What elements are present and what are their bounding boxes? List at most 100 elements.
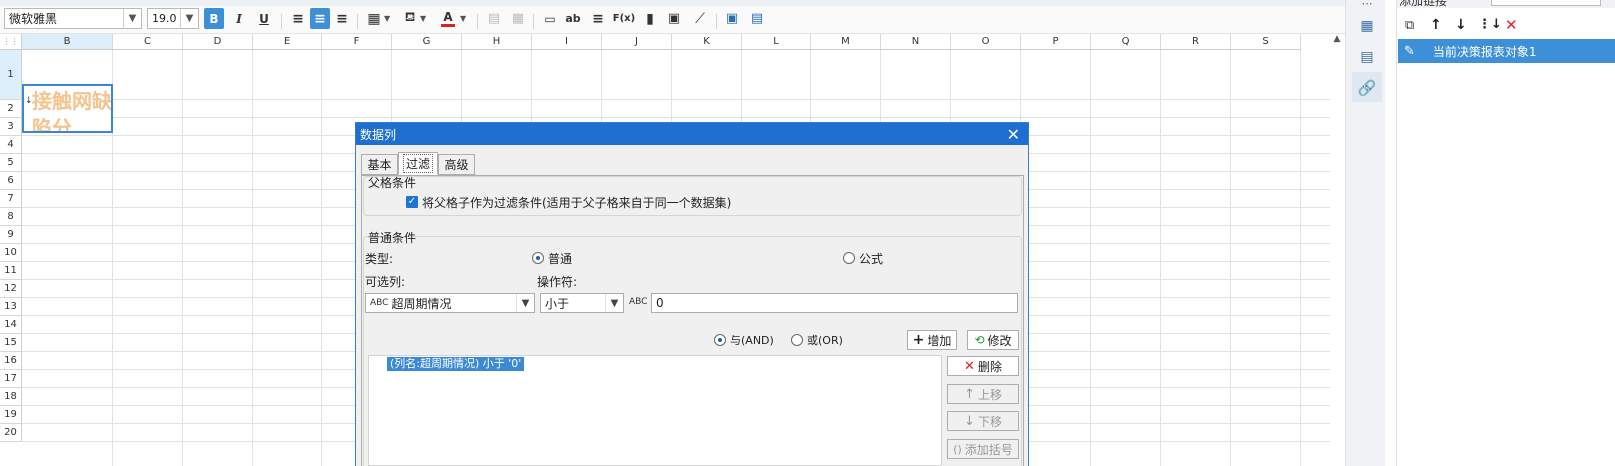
row-header[interactable]: 14	[0, 316, 22, 334]
type-formula-radio[interactable]	[843, 252, 855, 264]
more-icon[interactable]: ⋯	[1358, 0, 1376, 12]
row-header[interactable]: 16	[0, 352, 22, 370]
widget-settings-icon[interactable]: ▤	[1358, 48, 1376, 66]
tab-basic[interactable]: 基本	[361, 154, 398, 175]
select-all-corner[interactable]: ⋮⋮	[0, 34, 22, 50]
fill-color-icon[interactable]: ⛾	[400, 8, 420, 29]
cell-b1[interactable]: ↓ 接触网缺陷分	[22, 84, 113, 133]
or-radio[interactable]	[791, 334, 803, 346]
rich-text-icon[interactable]: ≡	[588, 8, 608, 29]
image-icon[interactable]: ▣	[664, 8, 684, 29]
row-header[interactable]: 13	[0, 298, 22, 316]
column-header[interactable]: O	[951, 34, 1021, 50]
column-header[interactable]: C	[113, 34, 183, 50]
row-header[interactable]: 3	[0, 118, 22, 136]
bold-button[interactable]: B	[204, 8, 224, 29]
column-header[interactable]: E	[253, 34, 322, 50]
text-icon[interactable]: ab	[563, 8, 583, 29]
operator-select[interactable]: 小于 ▼	[540, 293, 624, 313]
align-left-icon[interactable]: ≡	[288, 8, 308, 29]
condition-item[interactable]: (列名:超周期情况) 小于 '0'	[387, 357, 525, 371]
type-normal-radio[interactable]	[532, 252, 544, 264]
chevron-down-icon[interactable]: ▼	[420, 8, 426, 29]
column-header[interactable]: J	[602, 34, 672, 50]
tab-advanced[interactable]: 高级	[438, 154, 475, 175]
row-header[interactable]: 2	[0, 100, 22, 118]
value-input-text: 0	[656, 296, 664, 310]
row-header[interactable]: 19	[0, 406, 22, 424]
column-header[interactable]: S	[1231, 34, 1301, 50]
column-header[interactable]: B	[22, 34, 113, 50]
move-down-button[interactable]: ↓ 下移	[947, 411, 1019, 431]
row-header[interactable]: 11	[0, 262, 22, 280]
underline-button[interactable]: U	[254, 8, 274, 29]
table-icon[interactable]: ▤	[747, 8, 767, 29]
add-bracket-button[interactable]: () 添加括号	[947, 439, 1019, 459]
close-icon[interactable]: ✕	[1007, 125, 1020, 144]
column-header[interactable]: D	[183, 34, 253, 50]
row-header[interactable]: 7	[0, 190, 22, 208]
row-header[interactable]: 4	[0, 136, 22, 154]
column-header[interactable]: F	[322, 34, 392, 50]
chevron-down-icon[interactable]: ▼	[384, 8, 390, 29]
row-header[interactable]: 1	[0, 50, 22, 100]
row-header[interactable]: 15	[0, 334, 22, 352]
row-header[interactable]: 17	[0, 370, 22, 388]
parent-filter-checkbox[interactable]: ✓	[406, 196, 418, 208]
column-select[interactable]: ABC 超周期情况 ▼	[365, 293, 535, 313]
column-header[interactable]: R	[1161, 34, 1231, 50]
unmerge-cells-icon[interactable]: ▦	[508, 8, 528, 29]
row-header[interactable]: 20	[0, 424, 22, 442]
column-header[interactable]: L	[742, 34, 811, 50]
column-header[interactable]: M	[811, 34, 881, 50]
row-header[interactable]: 12	[0, 280, 22, 298]
panel-title: 添加链接	[1399, 0, 1448, 8]
delete-icon[interactable]: ✕	[1505, 16, 1518, 34]
and-radio[interactable]	[714, 334, 726, 346]
modify-button[interactable]: ⟲ 修改	[967, 330, 1019, 350]
formula-icon[interactable]: F(x)	[612, 8, 636, 29]
scroll-up-icon[interactable]: ▲	[1330, 34, 1344, 50]
link-icon[interactable]: 🔗	[1358, 79, 1377, 97]
column-header[interactable]: H	[462, 34, 532, 50]
border-icon[interactable]: ▦	[364, 8, 384, 29]
tab-filter[interactable]: 过滤	[398, 152, 438, 175]
condition-list[interactable]: (列名:超周期情况) 小于 '0'	[368, 355, 942, 466]
cell-attribute-icon[interactable]: ▦	[1358, 17, 1376, 35]
align-right-icon[interactable]: ≡	[332, 8, 352, 29]
row-header[interactable]: 18	[0, 388, 22, 406]
value-input[interactable]: 0	[651, 293, 1018, 313]
font-family-select[interactable]: 微软雅黑 ▼	[4, 8, 142, 29]
move-bottom-icon[interactable]: ⋮↓	[1478, 17, 1502, 32]
copy-icon[interactable]: ⧉	[1405, 18, 1414, 33]
move-up-icon[interactable]: ↑	[1430, 17, 1442, 33]
row-header[interactable]: 6	[0, 172, 22, 190]
italic-button[interactable]: I	[229, 8, 249, 29]
column-header[interactable]: K	[672, 34, 742, 50]
sub-report-icon[interactable]: ▣	[722, 8, 742, 29]
delete-button[interactable]: ✕ 删除	[947, 356, 1019, 376]
column-header[interactable]: I	[532, 34, 602, 50]
chevron-down-icon[interactable]: ▼	[460, 8, 466, 29]
move-down-icon[interactable]: ↓	[1455, 17, 1467, 33]
row-header[interactable]: 8	[0, 208, 22, 226]
slash-icon[interactable]: ⟋	[690, 8, 710, 29]
font-color-button[interactable]: A	[438, 8, 458, 29]
add-button[interactable]: + 增加	[907, 330, 957, 350]
link-list-item[interactable]: ✎ 当前决策报表对象1	[1398, 39, 1615, 63]
chart-icon[interactable]: ▮	[640, 8, 660, 29]
align-center-icon[interactable]: ≡	[310, 8, 330, 29]
move-up-button[interactable]: ↑ 上移	[947, 384, 1019, 404]
panel-title-input[interactable]	[1491, 0, 1601, 6]
row-header[interactable]: 9	[0, 226, 22, 244]
merge-cells-icon[interactable]: ▤	[484, 8, 504, 29]
font-size-select[interactable]: 19.0 ▼	[147, 8, 199, 29]
column-header[interactable]: N	[881, 34, 951, 50]
row-header[interactable]: 10	[0, 244, 22, 262]
column-header[interactable]: P	[1021, 34, 1091, 50]
value-type-icon[interactable]: ABC	[629, 297, 647, 307]
row-header[interactable]: 5	[0, 154, 22, 172]
insert-cell-icon[interactable]: ▭	[540, 8, 560, 29]
column-header[interactable]: G	[392, 34, 462, 50]
column-header[interactable]: Q	[1091, 34, 1161, 50]
